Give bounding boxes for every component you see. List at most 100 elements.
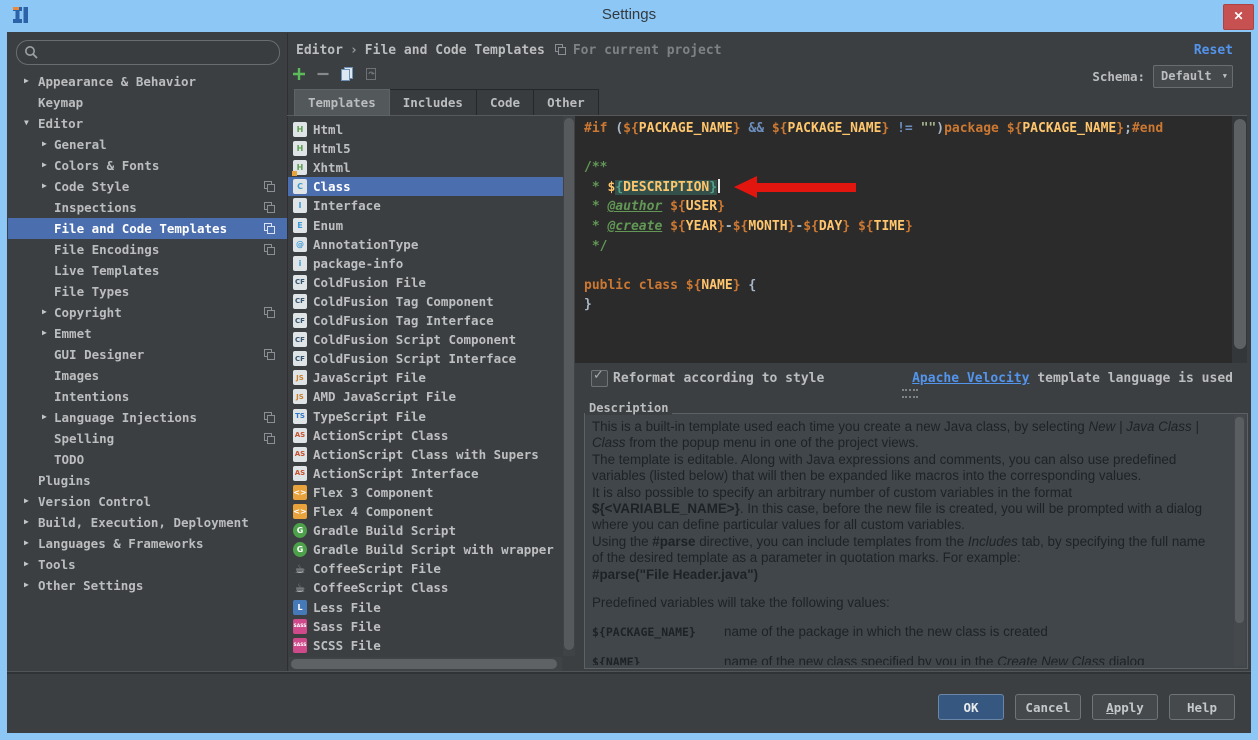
help-button[interactable]: Help — [1169, 694, 1235, 720]
sidebar-item-keymap[interactable]: Keymap — [8, 92, 287, 113]
template-item-amd-javascript-file[interactable]: JSAMD JavaScript File — [288, 387, 563, 406]
sidebar-item-code-style[interactable]: ▶Code Style — [8, 176, 287, 197]
remove-template-button[interactable] — [314, 65, 332, 83]
sidebar-item-build-execution-deployment[interactable]: ▶Build, Execution, Deployment — [8, 512, 287, 533]
sidebar-item-gui-designer[interactable]: GUI Designer — [8, 344, 287, 365]
template-item-coffeescript-class[interactable]: ☕CoffeeScript Class — [288, 578, 563, 597]
chevron-right-icon[interactable]: ▶ — [24, 76, 29, 85]
sidebar-item-appearance-behavior[interactable]: ▶Appearance & Behavior — [8, 71, 287, 92]
template-item-typescript-file[interactable]: TSTypeScript File — [288, 407, 563, 426]
sidebar-item-intentions[interactable]: Intentions — [8, 386, 287, 407]
chevron-right-icon[interactable]: ▶ — [42, 307, 47, 316]
sidebar-item-version-control[interactable]: ▶ Version Control — [8, 491, 287, 512]
chevron-right-icon[interactable]: ▶ — [42, 160, 47, 169]
sidebar-item-tools[interactable]: ▶Tools — [8, 554, 287, 575]
coffeescript-icon: ☕ — [293, 561, 307, 576]
template-item-coldfusion-file[interactable]: CFColdFusion File — [288, 273, 563, 292]
sidebar-item-images[interactable]: Images — [8, 365, 287, 386]
list-horizontal-scrollbar-thumb[interactable] — [291, 659, 557, 669]
template-item-flex-4-component[interactable]: <>Flex 4 Component — [288, 502, 563, 521]
breadcrumb-editor[interactable]: Editor — [296, 43, 343, 58]
template-item-package-info[interactable]: ipackage-info — [288, 254, 563, 273]
template-item-scss-file[interactable]: SASSSCSS File — [288, 636, 563, 655]
template-item-class[interactable]: CClass — [288, 177, 563, 196]
add-template-button[interactable] — [290, 65, 308, 83]
template-item-flex-3-component[interactable]: <>Flex 3 Component — [288, 483, 563, 502]
list-vertical-scrollbar-thumb[interactable] — [564, 118, 574, 650]
copy-template-button[interactable] — [338, 65, 356, 83]
sidebar-item-general[interactable]: ▶General — [8, 134, 287, 155]
chevron-right-icon[interactable]: ▶ — [24, 580, 29, 589]
chevron-right-icon[interactable]: ▶ — [24, 538, 29, 547]
template-item-coldfusion-tag-component[interactable]: CFColdFusion Tag Component — [288, 292, 563, 311]
footer-divider — [7, 671, 1251, 674]
tab-other[interactable]: Other — [533, 89, 599, 116]
template-item-gradle-build-script[interactable]: GGradle Build Script — [288, 521, 563, 540]
apply-button[interactable]: Apply — [1092, 694, 1158, 720]
sidebar-item-todo[interactable]: TODO — [8, 449, 287, 470]
sidebar-item-inspections[interactable]: Inspections — [8, 197, 287, 218]
tab-code[interactable]: Code — [476, 89, 534, 116]
template-editor[interactable]: #if (${PACKAGE_NAME} && ${PACKAGE_NAME} … — [575, 116, 1247, 363]
template-item-label: ColdFusion Script Interface — [313, 351, 516, 366]
ok-button[interactable]: OK — [938, 694, 1004, 720]
template-item-annotationtype[interactable]: @AnnotationType — [288, 235, 563, 254]
close-button[interactable]: ✕ — [1223, 4, 1254, 30]
template-item-javascript-file[interactable]: JSJavaScript File — [288, 368, 563, 387]
template-item-coffeescript-file[interactable]: ☕CoffeeScript File — [288, 559, 563, 578]
template-item-enum[interactable]: EEnum — [288, 216, 563, 235]
chevron-right-icon[interactable]: ▶ — [42, 412, 47, 421]
template-item-label: JavaScript File — [313, 370, 426, 385]
sidebar-item-live-templates[interactable]: Live Templates — [8, 260, 287, 281]
sidebar-item-file-types[interactable]: File Types — [8, 281, 287, 302]
template-item-coldfusion-tag-interface[interactable]: CFColdFusion Tag Interface — [288, 311, 563, 330]
tab-templates[interactable]: Templates — [294, 89, 390, 116]
settings-search-box[interactable] — [16, 40, 280, 65]
cancel-button[interactable]: Cancel — [1015, 694, 1081, 720]
sidebar-item-other-settings[interactable]: ▶Other Settings — [8, 575, 287, 596]
sidebar-item-label: Version Control — [38, 494, 151, 509]
template-item-gradle-build-script-with-wrapper[interactable]: GGradle Build Script with wrapper — [288, 540, 563, 559]
chevron-right-icon[interactable]: ▶ — [42, 328, 47, 337]
template-item-actionscript-class[interactable]: ASActionScript Class — [288, 426, 563, 445]
chevron-down-icon[interactable]: ▼ — [24, 118, 29, 127]
chevron-right-icon[interactable]: ▶ — [42, 139, 47, 148]
template-item-xhtml[interactable]: HXhtml — [288, 158, 563, 177]
template-item-coldfusion-script-component[interactable]: CFColdFusion Script Component — [288, 330, 563, 349]
sidebar-item-file-and-code-templates[interactable]: File and Code Templates — [8, 218, 287, 239]
sidebar-item-plugins[interactable]: Plugins — [8, 470, 287, 491]
editor-scrollbar-thumb[interactable] — [1234, 119, 1246, 349]
chevron-right-icon[interactable]: ▶ — [24, 496, 29, 505]
sidebar-item-editor[interactable]: ▼ Editor — [8, 113, 287, 134]
reformat-checkbox[interactable]: ✓ — [591, 370, 608, 387]
template-item-html5[interactable]: HHtml5 — [288, 139, 563, 158]
sidebar-item-language-injections[interactable]: ▶Language Injections — [8, 407, 287, 428]
template-item-coldfusion-script-interface[interactable]: CFColdFusion Script Interface — [288, 349, 563, 368]
template-item-actionscript-class-with-supers[interactable]: ASActionScript Class with Supers — [288, 445, 563, 464]
code-line — [584, 139, 1163, 159]
sidebar-item-languages-frameworks[interactable]: ▶Languages & Frameworks — [8, 533, 287, 554]
sidebar-item-spelling[interactable]: Spelling — [8, 428, 287, 449]
sidebar-item-label: Editor — [38, 116, 83, 131]
template-item-less-file[interactable]: LLess File — [288, 598, 563, 617]
coldfusion-icon: CF — [293, 313, 307, 328]
revert-template-button[interactable] — [362, 65, 380, 83]
sidebar-item-colors-fonts[interactable]: ▶Colors & Fonts — [8, 155, 287, 176]
reset-link[interactable]: Reset — [1194, 43, 1233, 58]
search-input[interactable] — [43, 43, 272, 62]
splitter-handle[interactable] — [902, 389, 918, 398]
apache-velocity-link[interactable]: Apache Velocity — [912, 371, 1029, 386]
template-item-interface[interactable]: IInterface — [288, 196, 563, 215]
chevron-right-icon[interactable]: ▶ — [24, 559, 29, 568]
sidebar-item-copyright[interactable]: ▶Copyright — [8, 302, 287, 323]
sidebar-item-emmet[interactable]: ▶Emmet — [8, 323, 287, 344]
template-item-actionscript-interface[interactable]: ASActionScript Interface — [288, 464, 563, 483]
sidebar-item-file-encodings[interactable]: File Encodings — [8, 239, 287, 260]
description-scrollbar-thumb[interactable] — [1235, 417, 1244, 623]
chevron-right-icon[interactable]: ▶ — [42, 181, 47, 190]
schema-dropdown[interactable]: Default ▼ — [1153, 65, 1233, 88]
chevron-right-icon[interactable]: ▶ — [24, 517, 29, 526]
tab-includes[interactable]: Includes — [389, 89, 477, 116]
template-item-sass-file[interactable]: SASSSass File — [288, 617, 563, 636]
template-item-html[interactable]: HHtml — [288, 120, 563, 139]
